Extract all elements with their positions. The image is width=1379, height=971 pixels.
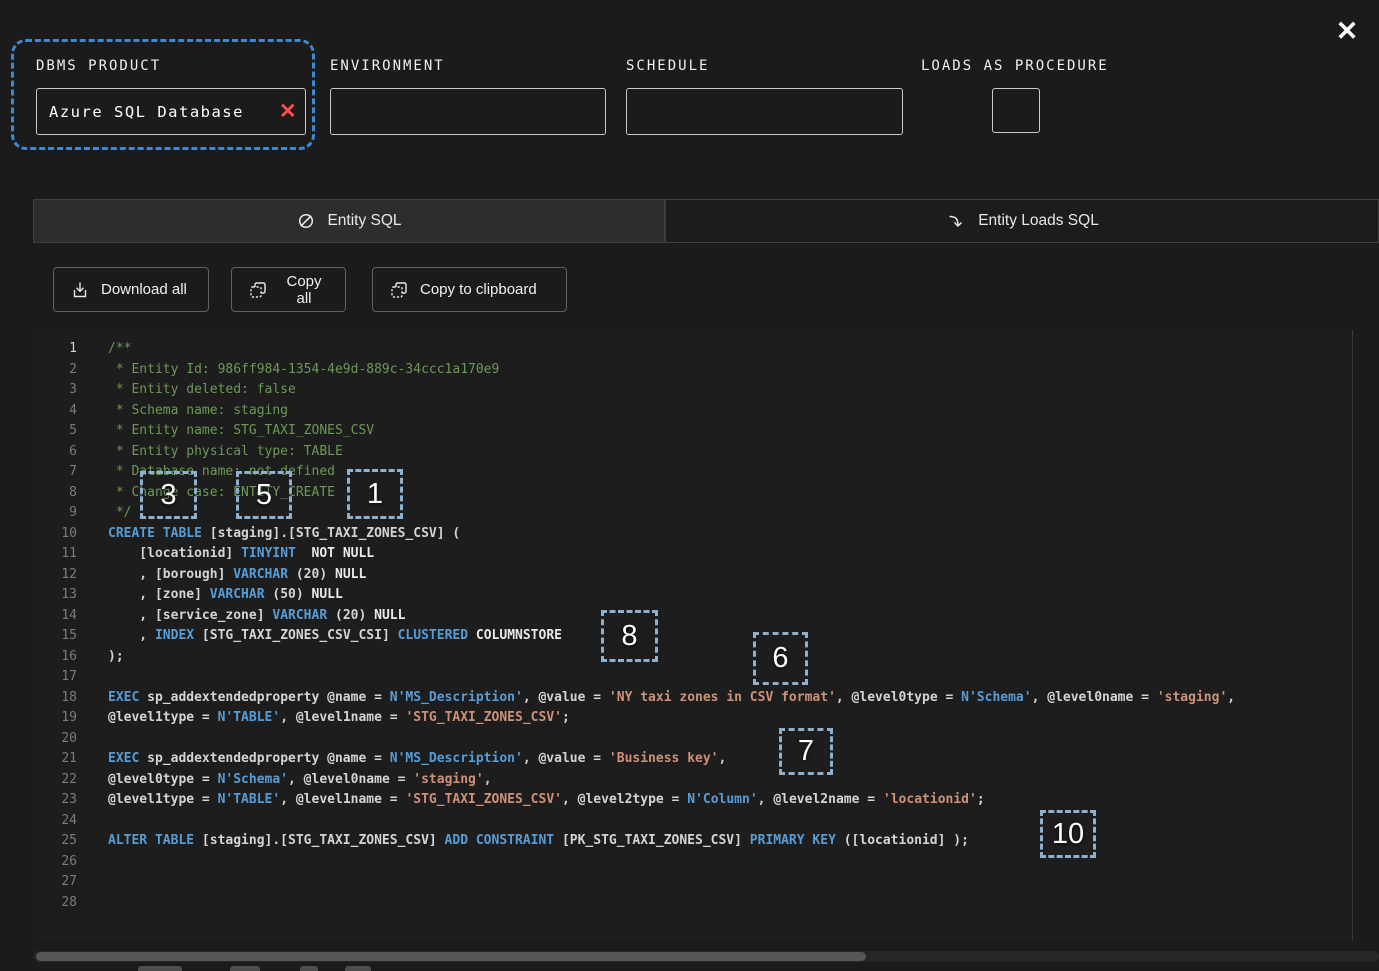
code-line: * Entity physical type: TABLE <box>108 442 1235 463</box>
code-line <box>108 667 1235 688</box>
line-number: 5 <box>33 421 108 442</box>
code-line: EXEC sp_addextendedproperty @name = N'MS… <box>108 688 1235 709</box>
background-ui-fragment <box>345 966 371 971</box>
code-line <box>108 729 1235 750</box>
horizontal-scrollbar-thumb[interactable] <box>36 952 866 961</box>
background-ui-fragment <box>300 966 318 971</box>
code-line: , [service_zone] VARCHAR (20) NULL <box>108 606 1235 627</box>
copy-icon <box>389 280 409 300</box>
horizontal-scrollbar <box>33 951 1379 962</box>
code-line: */ <box>108 503 1235 524</box>
environment-label: ENVIRONMENT <box>330 58 445 74</box>
code-line: CREATE TABLE [staging].[STG_TAXI_ZONES_C… <box>108 524 1235 545</box>
line-number: 6 <box>33 442 108 463</box>
loads-as-procedure-label: LOADS AS PROCEDURE <box>921 58 1109 74</box>
code-line: * Change case: ENTITY_CREATE <box>108 483 1235 504</box>
tab-entity-sql[interactable]: Entity SQL <box>33 199 665 243</box>
download-all-label: Download all <box>101 281 187 298</box>
line-number: 24 <box>33 811 108 832</box>
line-number: 25 <box>33 831 108 852</box>
schedule-label: SCHEDULE <box>626 58 709 74</box>
code-lines: /** * Entity Id: 986ff984-1354-4e9d-889c… <box>108 330 1235 941</box>
code-line: [locationid] TINYINT NOT NULL <box>108 544 1235 565</box>
code-line: * Entity Id: 986ff984-1354-4e9d-889c-34c… <box>108 360 1235 381</box>
dbms-product-label: DBMS PRODUCT <box>36 58 161 74</box>
clear-selection-icon[interactable]: ✕ <box>279 101 297 122</box>
tab-entity-loads-sql-label: Entity Loads SQL <box>978 212 1099 230</box>
code-line <box>108 811 1235 832</box>
download-icon <box>70 280 90 300</box>
code-line: @level0type = N'Schema', @level0name = '… <box>108 770 1235 791</box>
code-line: /** <box>108 339 1235 360</box>
line-number: 22 <box>33 770 108 791</box>
code-line: , [zone] VARCHAR (50) NULL <box>108 585 1235 606</box>
line-number: 21 <box>33 749 108 770</box>
environment-input[interactable] <box>330 88 606 135</box>
line-number: 15 <box>33 626 108 647</box>
copy-all-label: Copy all <box>279 273 329 307</box>
copy-to-clipboard-button[interactable]: Copy to clipboard <box>372 267 567 312</box>
code-line <box>108 872 1235 893</box>
line-number: 12 <box>33 565 108 586</box>
code-line: ); <box>108 647 1235 668</box>
line-number: 2 <box>33 360 108 381</box>
line-number: 8 <box>33 483 108 504</box>
line-number: 23 <box>33 790 108 811</box>
tab-entity-loads-sql[interactable]: Entity Loads SQL <box>665 199 1379 243</box>
download-all-button[interactable]: Download all <box>53 267 209 312</box>
line-number: 18 <box>33 688 108 709</box>
code-line <box>108 893 1235 914</box>
code-line: @level1type = N'TABLE', @level1name = 'S… <box>108 708 1235 729</box>
line-number: 19 <box>33 708 108 729</box>
code-line: , INDEX [STG_TAXI_ZONES_CSV_CSI] CLUSTER… <box>108 626 1235 647</box>
copy-to-clipboard-label: Copy to clipboard <box>420 281 537 298</box>
line-number: 10 <box>33 524 108 545</box>
code-line: EXEC sp_addextendedproperty @name = N'MS… <box>108 749 1235 770</box>
line-number: 16 <box>33 647 108 668</box>
loads-as-procedure-checkbox[interactable] <box>992 88 1040 133</box>
code-line: * Entity name: STG_TAXI_ZONES_CSV <box>108 421 1235 442</box>
line-numbers: 1234567891011121314151617181920212223242… <box>33 330 108 941</box>
line-number: 3 <box>33 380 108 401</box>
tab-entity-sql-label: Entity SQL <box>327 212 401 230</box>
code-line: ALTER TABLE [staging].[STG_TAXI_ZONES_CS… <box>108 831 1235 852</box>
line-number: 4 <box>33 401 108 422</box>
code-line: , [borough] VARCHAR (20) NULL <box>108 565 1235 586</box>
curved-down-arrow-icon <box>945 210 967 232</box>
copy-all-button[interactable]: Copy all <box>231 267 346 312</box>
slashed-circle-icon <box>296 211 316 231</box>
schedule-input[interactable] <box>626 88 903 135</box>
line-number: 14 <box>33 606 108 627</box>
line-number: 11 <box>33 544 108 565</box>
line-number: 28 <box>33 893 108 914</box>
background-ui-fragment <box>230 966 260 971</box>
code-line: * Database name: not defined <box>108 462 1235 483</box>
line-number: 7 <box>33 462 108 483</box>
code-line: * Schema name: staging <box>108 401 1235 422</box>
line-number: 1 <box>33 339 108 360</box>
dbms-product-input[interactable] <box>36 88 306 135</box>
code-line: * Entity deleted: false <box>108 380 1235 401</box>
export-sql-dialog: ✕ DBMS PRODUCT ✕ ENVIRONMENT SCHEDULE LO… <box>0 0 1379 971</box>
line-number: 20 <box>33 729 108 750</box>
close-icon[interactable]: ✕ <box>1328 12 1366 50</box>
line-number: 27 <box>33 872 108 893</box>
line-number: 17 <box>33 667 108 688</box>
background-ui-fragment <box>138 966 182 971</box>
line-number: 9 <box>33 503 108 524</box>
copy-icon <box>248 280 268 300</box>
sql-code-editor[interactable]: 1234567891011121314151617181920212223242… <box>33 330 1353 941</box>
line-number: 26 <box>33 852 108 873</box>
line-number: 13 <box>33 585 108 606</box>
code-line <box>108 852 1235 873</box>
code-line: @level1type = N'TABLE', @level1name = 'S… <box>108 790 1235 811</box>
